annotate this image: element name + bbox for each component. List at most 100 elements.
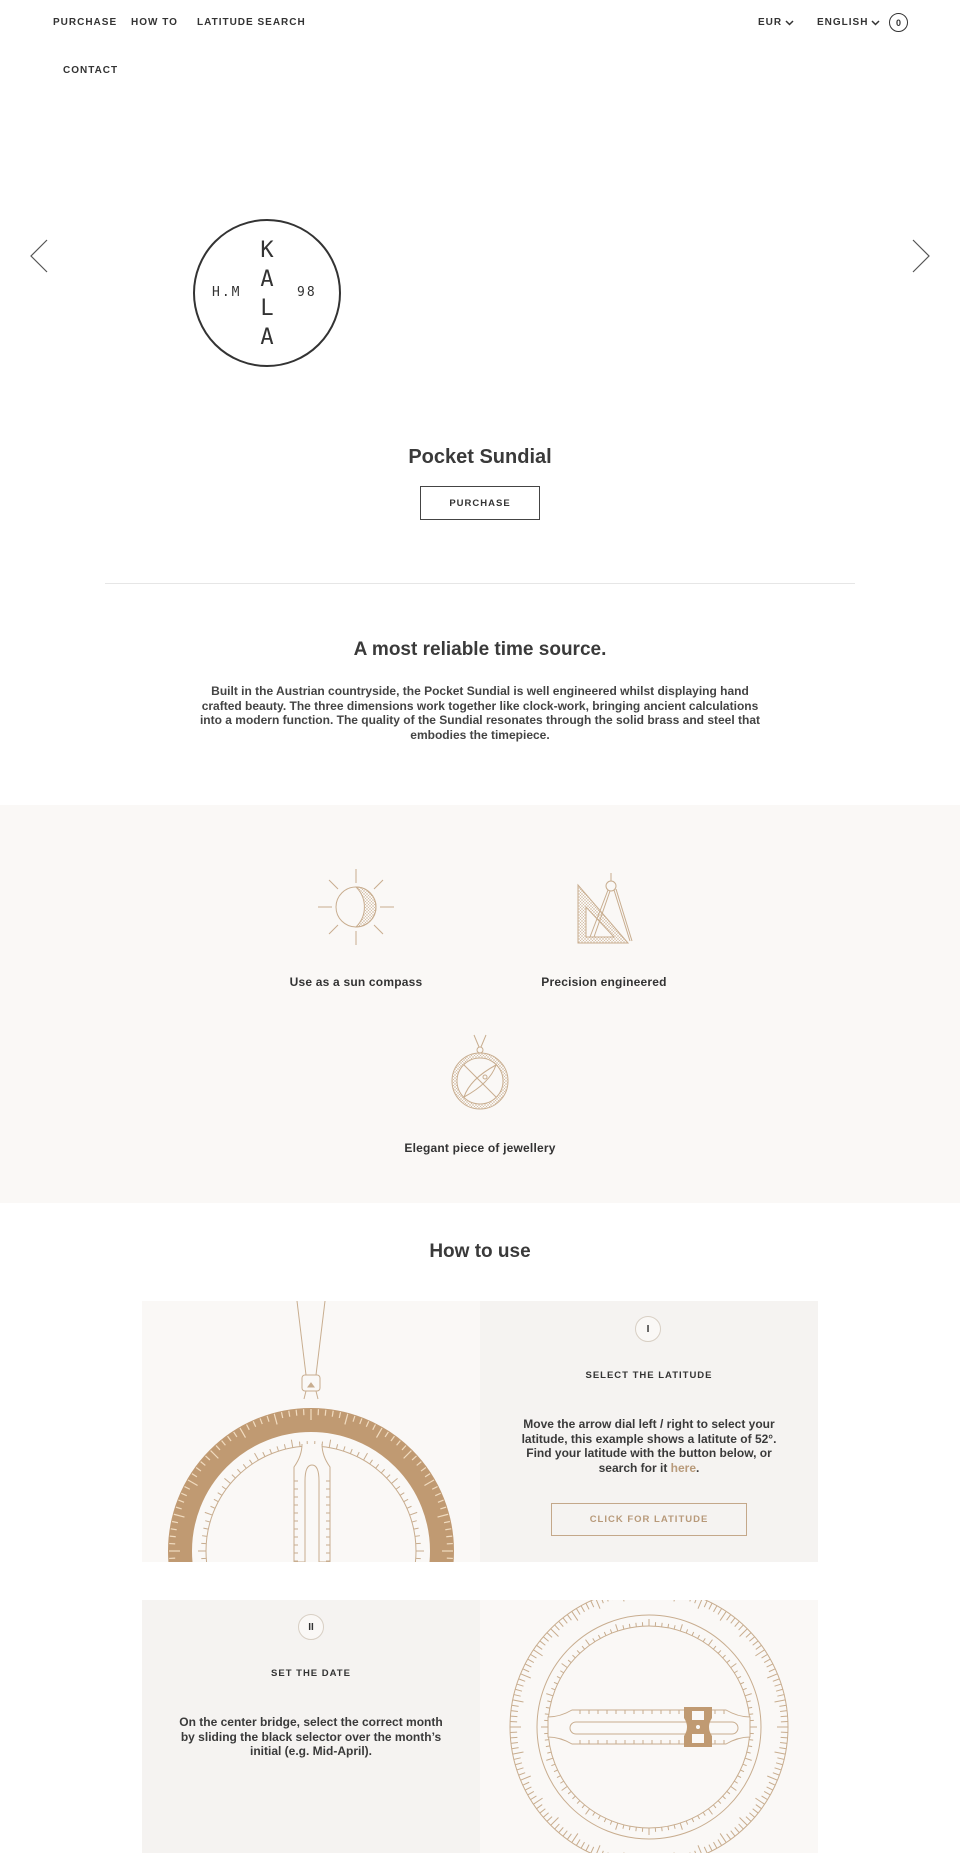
latitude-here-link[interactable]: here [671, 1461, 696, 1475]
dial-tick [283, 1444, 287, 1450]
dial-tick [772, 1678, 780, 1682]
section-divider [105, 583, 855, 584]
dial-tick [703, 1846, 708, 1853]
dial-tick [242, 1464, 247, 1469]
dial-tick [777, 1694, 785, 1697]
dial-tick [576, 1800, 581, 1804]
dial-tick [571, 1833, 579, 1843]
dial-tick [575, 1608, 581, 1615]
dial-tick [592, 1812, 596, 1816]
purchase-button[interactable]: PURCHASE [420, 486, 540, 520]
dial-tick [391, 1477, 398, 1484]
click-for-latitude-button[interactable]: CLICK FOR LATITUDE [551, 1503, 747, 1536]
dial-tick [755, 1649, 765, 1657]
dial-tick [553, 1681, 558, 1685]
dial-tick [717, 1800, 722, 1804]
dial-tick [746, 1700, 751, 1703]
dial-tick [707, 1639, 713, 1646]
dial-tick [597, 1634, 601, 1639]
dial-tick [558, 1620, 564, 1627]
cart-button[interactable]: 0 [889, 13, 908, 32]
dial-tick [730, 1830, 736, 1837]
nav-latitude-search[interactable]: LATITUDE SEARCH [197, 17, 306, 28]
dial-tick [726, 1833, 732, 1840]
dial-tick [702, 1638, 706, 1642]
cart-count: 0 [895, 17, 901, 28]
dial-tick [406, 1505, 412, 1509]
dial-tick [737, 1675, 742, 1679]
dial-tick [780, 1710, 788, 1712]
dial-tick [342, 1446, 346, 1452]
dial-tick [667, 1623, 670, 1628]
dial-tick [726, 1659, 731, 1664]
dial-tick [269, 1448, 273, 1454]
dial-tick [546, 1693, 554, 1697]
dial-tick [536, 1804, 543, 1810]
nav-contact[interactable]: CONTACT [63, 65, 118, 76]
dial-tick [774, 1683, 782, 1687]
dial-tick [516, 1683, 524, 1687]
nav-purchase[interactable]: PURCHASE [53, 17, 117, 28]
currency-dropdown[interactable]: EUR [758, 17, 794, 28]
dial-tick [722, 1795, 726, 1800]
dial-tick [520, 1673, 531, 1679]
feature-label: Elegant piece of jewellery [404, 1141, 556, 1155]
dial-tick [561, 1785, 568, 1791]
dial-tick [697, 1600, 703, 1609]
dial-tick [673, 1600, 675, 1602]
dial-tick [739, 1817, 748, 1826]
dial-tick [590, 1600, 595, 1608]
dial-tick [622, 1625, 625, 1630]
features-section: Use as a sun compass Precision engineere… [0, 805, 960, 1203]
dial-tick [744, 1757, 752, 1761]
dial-tick [585, 1639, 591, 1646]
dial-tick [779, 1704, 787, 1707]
dial-tick [522, 1781, 530, 1786]
dial-tick [780, 1742, 788, 1744]
dial-tick [213, 1498, 219, 1503]
nav-how-to[interactable]: HOW TO [131, 17, 178, 28]
dial-tick [335, 1444, 339, 1450]
dial-tick [542, 1636, 549, 1642]
dial-tick [553, 1769, 558, 1773]
dial-tick [276, 1446, 280, 1452]
dial-tick [740, 1769, 745, 1773]
carousel-prev-arrow[interactable] [28, 238, 50, 274]
dial-tick [533, 1649, 543, 1657]
dial-tick [550, 1628, 559, 1637]
dial-tick [556, 1675, 561, 1679]
carousel-next-arrow[interactable] [910, 238, 932, 274]
dial-tick [745, 1632, 752, 1638]
kala-logo: K A L A H.M 98 [192, 218, 342, 368]
howto-title: How to use [429, 1241, 531, 1262]
dial-tick [768, 1781, 776, 1786]
dial-tick [572, 1795, 576, 1800]
dial-tick [169, 1535, 176, 1538]
dial-tick [547, 1751, 552, 1754]
dial-tick [592, 1638, 596, 1642]
dial-tick [221, 1485, 227, 1490]
dial-tick [774, 1751, 786, 1755]
sun-icon [318, 869, 394, 945]
dial-tick [752, 1640, 759, 1646]
dial-tick [767, 1673, 778, 1679]
dial-tick [774, 1699, 786, 1703]
feature-sun-compass: Use as a sun compass [236, 867, 476, 989]
dial-tick [755, 1804, 762, 1810]
dial-tick [734, 1670, 738, 1674]
dial-tick [702, 1812, 706, 1816]
dial-tick [601, 1600, 604, 1604]
dial-tick [516, 1767, 524, 1771]
dial-tick [527, 1658, 535, 1663]
dial-tick [772, 1772, 780, 1776]
dial-tick [554, 1624, 560, 1631]
language-dropdown[interactable]: ENGLISH [817, 17, 880, 28]
logo-letter: A [260, 325, 274, 350]
dial-tick [601, 1850, 604, 1853]
dial-tick [566, 1614, 572, 1621]
dial-tick [290, 1439, 294, 1448]
dial-tick [560, 1670, 564, 1674]
dial-tick [202, 1535, 208, 1537]
dial-tick [571, 1611, 579, 1621]
feature-label: Precision engineered [541, 975, 667, 989]
